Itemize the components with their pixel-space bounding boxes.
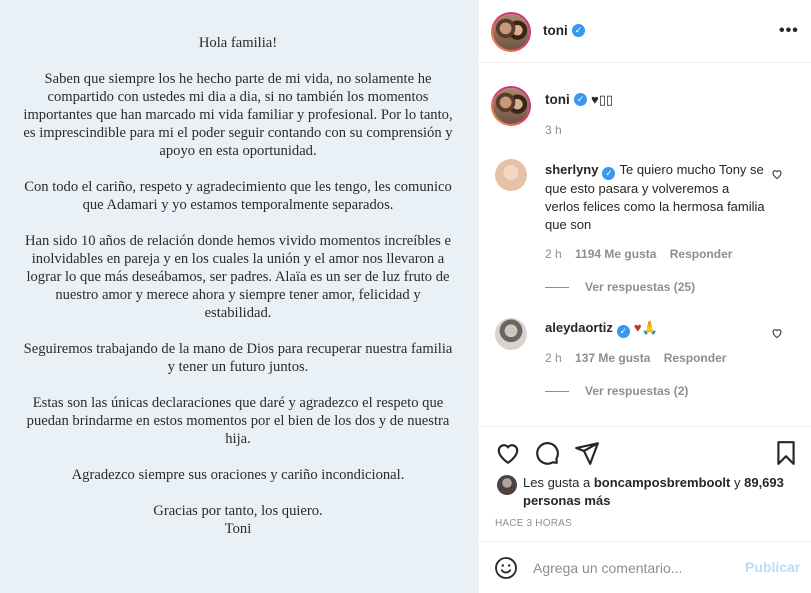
- comment-meta: 2 h 137 Me gusta Responder: [545, 351, 736, 365]
- posted-time[interactable]: HACE 3 HORAS: [495, 518, 572, 529]
- publish-button[interactable]: Publicar: [745, 559, 800, 575]
- view-replies-button[interactable]: Ver respuestas (25): [545, 280, 695, 294]
- save-bookmark-icon[interactable]: [773, 440, 799, 466]
- comment-username[interactable]: sherlyny: [545, 162, 598, 177]
- comments-section[interactable]: toni ✓ ♥▯▯ 3 h sherlyny ✓ Te quiero mucho …: [479, 64, 811, 427]
- post-actions: Les gusta a boncamposbremboolt y 89,693 …: [479, 428, 811, 538]
- post-header: toni ✓ •••: [479, 0, 811, 63]
- letter-paragraph-4: Seguiremos trabajando de la mano de Dios…: [23, 341, 453, 375]
- reply-button[interactable]: Responder: [664, 351, 727, 365]
- letter-paragraph-3: Han sido 10 años de relación donde hemos…: [25, 233, 451, 321]
- caption-text: ♥▯▯: [591, 92, 614, 107]
- emoji-icon[interactable]: [494, 556, 518, 580]
- comment-input[interactable]: [533, 556, 733, 580]
- view-replies-button[interactable]: Ver respuestas (2): [545, 384, 688, 398]
- letter-closing: Gracias por tanto, los quiero.: [153, 503, 323, 519]
- likes-connector: y: [733, 475, 741, 490]
- statement-letter: Hola familia! Saben que siempre los he h…: [22, 34, 454, 538]
- caption-username[interactable]: toni: [545, 92, 570, 107]
- likes-avatar[interactable]: [497, 475, 517, 495]
- share-send-icon[interactable]: [574, 440, 600, 466]
- verified-badge-icon: ✓: [572, 24, 585, 37]
- post-side-panel: toni ✓ ••• toni ✓ ♥▯▯ 3 h sherlyny ✓ Te qu…: [478, 0, 811, 593]
- comment-avatar[interactable]: [495, 159, 527, 191]
- letter-signature: Toni: [224, 521, 252, 537]
- comment-text: ♥🙏: [633, 320, 658, 335]
- letter-paragraph-5: Estas son las únicas declaraciones que d…: [26, 395, 450, 447]
- comment-avatar[interactable]: [495, 318, 527, 350]
- post-image[interactable]: Hola familia! Saben que siempre los he h…: [0, 0, 478, 593]
- reply-button[interactable]: Responder: [670, 247, 733, 261]
- likes-user[interactable]: boncamposbremboolt: [594, 475, 731, 490]
- likes-prefix: Les gusta a: [523, 475, 591, 490]
- comment-likes[interactable]: 137 Me gusta: [575, 351, 650, 365]
- comment-item: aleydaortiz ✓ ♥🙏: [545, 319, 765, 338]
- like-comment-heart-icon[interactable]: [771, 168, 783, 180]
- letter-paragraph-2: Con todo el cariño, respeto y agradecimi…: [24, 179, 452, 213]
- author-username[interactable]: toni: [543, 23, 568, 38]
- comment-time[interactable]: 2 h: [545, 247, 562, 261]
- like-heart-icon[interactable]: [495, 440, 521, 466]
- likes-summary: Les gusta a boncamposbremboolt y 89,693 …: [523, 474, 793, 510]
- letter-paragraph-1: Saben que siempre los he hecho parte de …: [23, 71, 453, 159]
- comment-username[interactable]: aleydaortiz: [545, 320, 613, 335]
- comment-meta: 2 h 1194 Me gusta Responder: [545, 247, 742, 261]
- verified-badge-icon: ✓: [616, 325, 630, 338]
- comment-likes[interactable]: 1194 Me gusta: [575, 247, 656, 261]
- caption-time[interactable]: 3 h: [545, 123, 562, 137]
- more-options-icon[interactable]: •••: [779, 22, 799, 40]
- comment-item: sherlyny ✓ Te quiero mucho Tony se que est…: [545, 161, 765, 234]
- like-comment-heart-icon[interactable]: [771, 327, 783, 339]
- caption-avatar[interactable]: [491, 86, 531, 126]
- comment-bubble-icon[interactable]: [534, 440, 560, 466]
- author-avatar[interactable]: [491, 12, 531, 52]
- comment-time[interactable]: 2 h: [545, 351, 562, 365]
- letter-greeting: Hola familia!: [198, 35, 278, 51]
- verified-badge-icon: ✓: [602, 167, 616, 180]
- letter-paragraph-6: Agradezco siempre sus oraciones y cariño…: [71, 467, 405, 483]
- add-comment-bar: Publicar: [479, 541, 811, 593]
- caption-verified-icon: ✓: [574, 93, 587, 106]
